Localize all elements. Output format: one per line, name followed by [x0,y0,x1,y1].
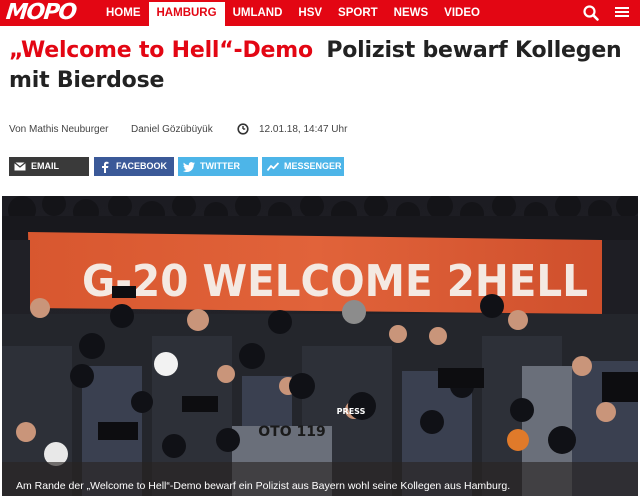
share-twitter-label: TWITTER [200,161,240,171]
envelope-icon [9,157,31,176]
share-twitter-button[interactable]: TWITTER [178,157,258,176]
author-secondary[interactable]: Daniel Gözübüyük [131,124,213,135]
mopo-logo[interactable]: MOPO [5,0,77,25]
article-kicker: „Welcome to Hell“-Demo [9,38,313,63]
messenger-icon [262,157,284,176]
hamburger-menu-icon[interactable] [614,5,630,21]
share-messenger-button[interactable]: MESSENGER [262,157,344,176]
nav-item-umland[interactable]: UMLAND [225,0,291,26]
twitter-bird-icon [178,157,200,176]
nav-item-video[interactable]: VIDEO [436,0,488,26]
clock-icon [237,123,249,135]
main-nav: HOME HAMBURG UMLAND HSV SPORT NEWS VIDEO [98,0,488,26]
nav-item-hamburg[interactable]: HAMBURG [148,0,225,26]
share-facebook-button[interactable]: FACEBOOK [94,157,174,176]
publish-date: 12.01.18, 14:47 Uhr [259,124,348,135]
article-hero-photo[interactable]: G-20 WELCOME 2HELL PRESS OTO 119 Am Rand… [2,196,638,496]
author-primary[interactable]: Von Mathis Neuburger [9,124,109,135]
nav-item-sport[interactable]: SPORT [330,0,386,26]
nav-item-home[interactable]: HOME [98,0,149,26]
press-helmet-label: PRESS [337,407,366,416]
article-headline: „Welcome to Hell“-Demo Polizist bewarf K… [9,36,629,96]
share-messenger-label: MESSENGER [284,161,342,171]
banner-text: G-20 WELCOME 2HELL [82,256,588,307]
shirt-print-label: OTO 119 [258,424,325,440]
top-navigation-bar: MOPO HOME HAMBURG UMLAND HSV SPORT NEWS … [0,0,640,26]
search-icon[interactable] [582,4,600,22]
demo-crowd-photo: G-20 WELCOME 2HELL PRESS OTO 119 [2,196,638,496]
share-email-label: EMAIL [31,161,59,171]
nav-item-hsv[interactable]: HSV [290,0,330,26]
facebook-icon [94,157,116,176]
share-email-button[interactable]: EMAIL [9,157,89,176]
photo-caption: Am Rande der „Welcome to Hell“-Demo bewa… [16,480,511,492]
share-facebook-label: FACEBOOK [116,161,168,171]
nav-item-news[interactable]: NEWS [386,0,437,26]
